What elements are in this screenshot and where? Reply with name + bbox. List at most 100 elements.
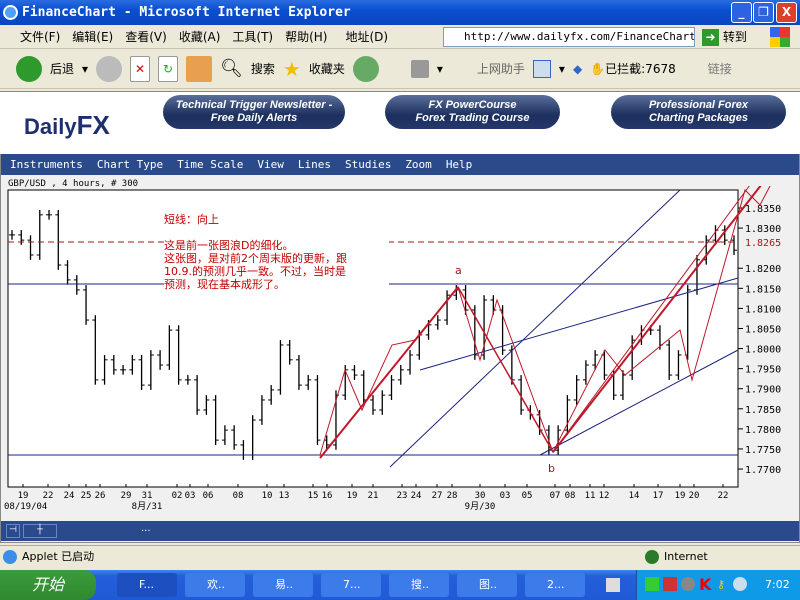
maximize-button[interactable]: ❐ [753, 2, 774, 23]
x-tick-label: 15 [308, 491, 319, 501]
close-button[interactable]: X [776, 2, 797, 23]
x-tick-label: 26 [95, 491, 106, 501]
price-chart[interactable]: 1.8350 1.8300 1.8200 1.8150 1.8100 1.8050 1.80… [0, 186, 800, 521]
y-tick-label: 1.8350 [745, 204, 781, 215]
links-button[interactable]: 链接 [708, 60, 732, 77]
menu-view[interactable]: 查看(V) [125, 28, 167, 45]
volume-icon[interactable] [681, 577, 695, 591]
y-tick-label: 1.8300 [745, 224, 781, 235]
assistant-button[interactable]: 上网助手 [477, 60, 525, 77]
status-text: Applet 已启动 [22, 550, 95, 563]
x-tick-label: 24 [64, 491, 75, 501]
x-tick-label: 24 [411, 491, 422, 501]
chart-menu-zoom[interactable]: Zoom [405, 158, 432, 171]
eraser-icon[interactable]: ◆ [573, 62, 582, 76]
x-tick-label: 21 [368, 491, 379, 501]
chart-menu-chart-type[interactable]: Chart Type [97, 158, 163, 171]
x-tick-label: 19 [18, 491, 29, 501]
y-tick-label: 1.7800 [745, 425, 781, 436]
x-tick-label: 16 [322, 491, 333, 501]
chart-menu-help[interactable]: Help [446, 158, 473, 171]
search-button[interactable]: 搜索 [251, 60, 275, 77]
minimize-button[interactable]: _ [731, 2, 752, 23]
x-tick-label: 07 [550, 491, 561, 501]
tray-app-icon[interactable] [663, 577, 677, 591]
y-tick-label: 1.7850 [745, 405, 781, 416]
address-input[interactable]: http://www.dailyfx.com/FinanceChart. [443, 27, 695, 47]
wave-label-a: a [455, 264, 462, 277]
x-date-label: 08/19/04 [4, 502, 47, 512]
back-icon[interactable] [16, 55, 42, 82]
chart-menu-instruments[interactable]: Instruments [10, 158, 83, 171]
annotation-line: 这张图，是对前2个周末版的更新，跟 [164, 252, 347, 265]
go-arrow-icon: ➜ [702, 29, 719, 46]
x-tick-label: 11 [585, 491, 596, 501]
x-tick-label: 22 [43, 491, 54, 501]
x-tick-label: 30 [475, 491, 486, 501]
favorites-star-icon[interactable]: ★ [283, 57, 301, 81]
menu-file[interactable]: 文件(F) [20, 28, 60, 45]
search-icon[interactable]: 🔍︎ [220, 58, 243, 79]
time-axis: 19 22 24 25 26 29 31 02 03 06 08 10 13 15 16 19 21 23 24 27… [4, 484, 728, 512]
x-tick-label: 06 [203, 491, 214, 501]
x-tick-label: 23 [397, 491, 408, 501]
history-icon[interactable] [352, 55, 379, 82]
powercourse-button[interactable]: FX PowerCourse Forex Trading Course [385, 95, 560, 129]
btn-line: Professional Forex [648, 99, 749, 111]
charting-packages-button[interactable]: Professional Forex Charting Packages [611, 95, 786, 129]
wave-label-b: b [548, 462, 555, 475]
menu-edit[interactable]: 编辑(E) [72, 28, 113, 45]
start-button[interactable]: 开始 [0, 570, 96, 600]
pin-icon[interactable]: ⊣ [6, 524, 20, 538]
x-tick-label: 05 [522, 491, 533, 501]
task-button[interactable]: 2... [525, 573, 585, 597]
go-button[interactable]: ➜ 转到 [702, 28, 747, 46]
y-tick-label: 1.7950 [745, 365, 781, 376]
home-icon[interactable] [186, 55, 213, 82]
current-price-label: 1.8265 [745, 238, 781, 249]
forward-icon[interactable] [96, 55, 123, 82]
stop-icon[interactable]: ✕ [130, 55, 151, 82]
go-label: 转到 [722, 30, 747, 44]
chart-menu-studies[interactable]: Studies [345, 158, 391, 171]
refresh-icon[interactable]: ↻ [158, 55, 179, 82]
btn-line: FX PowerCourse [428, 99, 517, 111]
task-button[interactable]: 欢.. [185, 573, 245, 597]
clock: 7:02 [765, 578, 790, 591]
media-icon[interactable] [410, 59, 429, 78]
logo-text: Daily [24, 114, 77, 139]
key-icon[interactable]: ⚷ [717, 570, 725, 600]
chart-menu-lines[interactable]: Lines [298, 158, 331, 171]
blocked-label: 已拦截:7678 [605, 62, 676, 76]
start-label: 开始 [32, 575, 65, 594]
task-button[interactable]: 易.. [253, 573, 313, 597]
dailyfx-logo[interactable]: DailyFX [24, 110, 110, 141]
menu-tools[interactable]: 工具(T) [232, 28, 273, 45]
globe-tray-icon[interactable] [733, 577, 747, 591]
task-button[interactable]: F... [117, 573, 177, 597]
chart-menu-view[interactable]: View [257, 158, 284, 171]
system-tray: K ⚷ 7:02 [636, 570, 800, 600]
task-button[interactable]: 7... [321, 573, 381, 597]
keyboard-icon[interactable] [606, 578, 620, 592]
x-tick-label: 10 [262, 491, 273, 501]
crosshair-icon[interactable]: ┼ [23, 524, 57, 538]
zone-text: Internet [664, 550, 708, 563]
windows-logo-icon [770, 27, 790, 47]
newsletter-button[interactable]: Technical Trigger Newsletter - Free Daily… [163, 95, 345, 129]
x-tick-label: 08 [233, 491, 244, 501]
x-date-label: 8月/31 [132, 501, 163, 512]
btn-line: Charting Packages [648, 112, 749, 124]
favorites-button[interactable]: 收藏夹 [309, 60, 345, 77]
checkbox-icon[interactable] [532, 59, 551, 78]
menu-favorites[interactable]: 收藏(A) [179, 28, 221, 45]
chart-menu-time-scale[interactable]: Time Scale [177, 158, 243, 171]
back-button[interactable]: 后退 [50, 60, 74, 77]
task-button[interactable]: 搜.. [389, 573, 449, 597]
x-tick-label: 19 [675, 491, 686, 501]
antivirus-icon[interactable]: K [699, 570, 711, 600]
menu-help[interactable]: 帮助(H) [285, 28, 327, 45]
task-button[interactable]: 图.. [457, 573, 517, 597]
network-icon[interactable] [645, 577, 659, 591]
y-tick-label: 1.8050 [745, 324, 781, 335]
